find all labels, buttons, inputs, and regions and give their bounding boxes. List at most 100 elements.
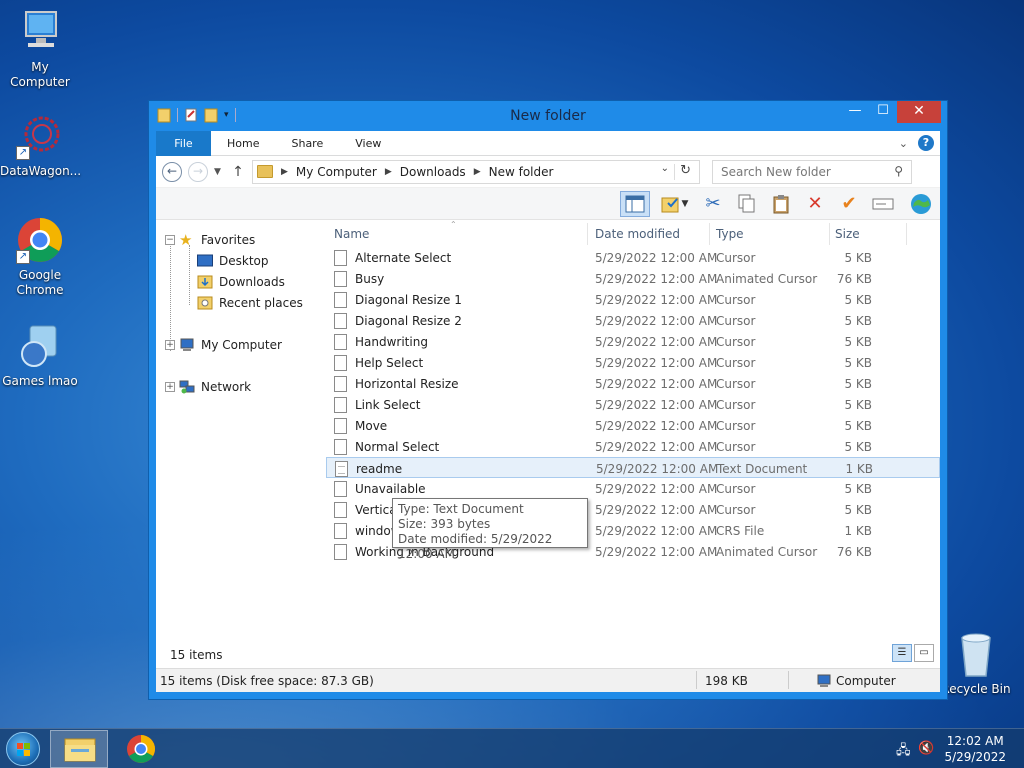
window-controls: — ☐ ✕ xyxy=(841,101,941,123)
file-icon xyxy=(334,313,347,329)
desktop-icon-chrome[interactable]: ↗ Google Chrome xyxy=(0,216,80,298)
paste-button[interactable] xyxy=(766,191,796,217)
desktop-icon-datawagon[interactable]: ↗ DataWagon... xyxy=(0,112,82,179)
taskbar-chrome-button[interactable] xyxy=(112,730,170,768)
expand-ribbon-chevron-icon[interactable]: ⌄ xyxy=(899,137,908,150)
up-button[interactable]: ↑ xyxy=(230,164,246,180)
apply-button[interactable]: ✔ xyxy=(834,191,864,217)
collapse-icon[interactable]: − xyxy=(165,234,175,245)
large-icons-view-button[interactable]: ▭ xyxy=(914,644,934,662)
file-row[interactable]: Link Select 5/29/2022 12:00 AM Cursor 5 KB xyxy=(326,394,940,415)
breadcrumb-separator-icon[interactable]: ▶ xyxy=(385,167,392,177)
item-count: 15 items xyxy=(170,648,223,662)
large-icons-view-icon: ▭ xyxy=(919,647,929,658)
nav-item-recent-places[interactable]: Recent places xyxy=(156,292,326,313)
tab-view[interactable]: View xyxy=(339,131,397,156)
column-header-type[interactable]: Type xyxy=(716,227,744,241)
address-bar[interactable]: ▶ My Computer ▶ Downloads ▶ New folder ⌄… xyxy=(252,159,700,184)
tab-share[interactable]: Share xyxy=(275,131,339,156)
ribbon-right: ⌄ ? xyxy=(899,135,934,151)
file-row[interactable]: Diagonal Resize 2 5/29/2022 12:00 AM Curso… xyxy=(326,310,940,331)
properties-button[interactable]: ▼ xyxy=(654,191,694,217)
address-row: ← → ▼ ↑ ▶ My Computer ▶ Downloads ▶ New … xyxy=(156,156,940,188)
desktop-icon-label: DataWagon... xyxy=(0,164,82,178)
maximize-button[interactable]: ☐ xyxy=(869,101,897,123)
address-dropdown-icon[interactable]: ⌄ xyxy=(661,163,669,174)
file-type: Cursor xyxy=(716,440,756,454)
breadcrumb-separator-icon[interactable]: ▶ xyxy=(281,167,288,177)
column-headers: ⌃ Name Date modified Type Size xyxy=(326,220,940,247)
preview-pane-button[interactable] xyxy=(620,190,650,217)
search-icon[interactable]: ⚲ xyxy=(894,164,903,178)
details-view-icon: ☰ xyxy=(897,647,907,658)
column-header-date[interactable]: Date modified xyxy=(595,227,680,241)
help-icon[interactable]: ? xyxy=(918,135,934,151)
content-area: − ★ Favorites Desktop Downloads Recent p… xyxy=(156,220,940,641)
expand-icon[interactable]: + xyxy=(165,381,175,392)
file-row[interactable]: Handwriting 5/29/2022 12:00 AM Cursor 5 KB xyxy=(326,331,940,352)
desktop-icon-recycle-bin[interactable]: Recycle Bin xyxy=(936,630,1016,697)
taskbar-explorer-button[interactable] xyxy=(50,730,108,768)
file-date: 5/29/2022 12:00 AM xyxy=(595,272,718,286)
back-button[interactable]: ← xyxy=(162,161,182,182)
forward-button[interactable]: → xyxy=(188,161,208,182)
window-body: File Home Share View ⌄ ? ← → ▼ ↑ ▶ My Co… xyxy=(156,130,940,692)
nav-item-downloads[interactable]: Downloads xyxy=(156,271,326,292)
column-header-size[interactable]: Size xyxy=(835,227,860,241)
close-button[interactable]: ✕ xyxy=(897,101,941,123)
expand-icon[interactable]: + xyxy=(165,339,175,350)
volume-muted-icon[interactable]: 🔇 xyxy=(918,741,934,756)
file-explorer-icon xyxy=(64,738,96,762)
file-type: Animated Cursor xyxy=(716,545,818,559)
desktop-icon-games[interactable]: Games lmao xyxy=(0,322,80,389)
file-row[interactable]: Help Select 5/29/2022 12:00 AM Cursor 5 KB xyxy=(326,352,940,373)
file-row[interactable]: Alternate Select 5/29/2022 12:00 AM Cursor… xyxy=(326,247,940,268)
file-row[interactable]: Unavailable 5/29/2022 12:00 AM Cursor 5 KB xyxy=(326,478,940,499)
file-row[interactable]: Move 5/29/2022 12:00 AM Cursor 5 KB xyxy=(326,415,940,436)
file-row[interactable]: Busy 5/29/2022 12:00 AM Animated Cursor 76 … xyxy=(326,268,940,289)
file-row[interactable]: Horizontal Resize 5/29/2022 12:00 AM Curso… xyxy=(326,373,940,394)
breadcrumb-my-computer[interactable]: My Computer xyxy=(296,165,377,179)
file-row[interactable]: Diagonal Resize 1 5/29/2022 12:00 AM Curso… xyxy=(326,289,940,310)
tab-file[interactable]: File xyxy=(156,130,211,156)
globe-button[interactable] xyxy=(906,191,936,217)
nav-item-network[interactable]: + Network xyxy=(156,376,326,397)
nav-item-desktop[interactable]: Desktop xyxy=(156,250,326,271)
nav-item-favorites[interactable]: − ★ Favorites xyxy=(156,229,326,250)
file-date: 5/29/2022 12:00 AM xyxy=(595,251,718,265)
recent-locations-chevron-icon[interactable]: ▼ xyxy=(214,167,224,177)
breadcrumb-separator-icon[interactable]: ▶ xyxy=(474,167,481,177)
details-view-button[interactable]: ☰ xyxy=(892,644,912,662)
column-header-name[interactable]: Name xyxy=(334,227,369,241)
file-row[interactable]: Normal Select 5/29/2022 12:00 AM Cursor 5 K… xyxy=(326,436,940,457)
breadcrumb-new-folder[interactable]: New folder xyxy=(489,165,554,179)
start-button[interactable] xyxy=(6,732,40,766)
chrome-icon xyxy=(127,735,155,763)
file-size: 5 KB xyxy=(844,440,872,454)
file-date: 5/29/2022 12:00 AM xyxy=(595,335,718,349)
minimize-button[interactable]: — xyxy=(841,101,869,123)
refresh-icon[interactable]: ↻ xyxy=(680,163,691,178)
title-bar[interactable]: ▾ New folder — ☐ ✕ xyxy=(149,101,947,131)
clock[interactable]: 12:02 AM 5/29/2022 xyxy=(944,733,1006,765)
file-date: 5/29/2022 12:00 AM xyxy=(596,462,719,476)
file-row[interactable]: readme 5/29/2022 12:00 AM Text Document 1 K… xyxy=(326,457,940,478)
system-tray: 🖧 🔇 12:02 AM 5/29/2022 xyxy=(894,729,1024,768)
chrome-icon: ↗ xyxy=(16,216,64,264)
breadcrumb-downloads[interactable]: Downloads xyxy=(400,165,466,179)
checkmark-icon: ✔ xyxy=(841,193,857,214)
tab-home[interactable]: Home xyxy=(211,131,275,156)
network-tray-icon[interactable]: 🖧 xyxy=(896,741,911,763)
desktop-icon-my-computer[interactable]: My Computer xyxy=(0,8,80,90)
file-date: 5/29/2022 12:00 AM xyxy=(595,314,718,328)
search-box[interactable]: Search New folder ⚲ xyxy=(712,159,912,184)
explorer-window[interactable]: ▾ New folder — ☐ ✕ File Home Share View … xyxy=(148,100,948,700)
nav-item-my-computer[interactable]: + My Computer xyxy=(156,334,326,355)
cut-button[interactable]: ✂ xyxy=(698,191,728,217)
ribbon-tabs: File Home Share View ⌄ ? xyxy=(156,130,940,156)
delete-button[interactable]: ✕ xyxy=(800,191,830,217)
copy-button[interactable] xyxy=(732,191,762,217)
rename-button[interactable] xyxy=(868,191,898,217)
nav-item-label: Recent places xyxy=(219,295,303,310)
globe-icon xyxy=(911,193,931,214)
